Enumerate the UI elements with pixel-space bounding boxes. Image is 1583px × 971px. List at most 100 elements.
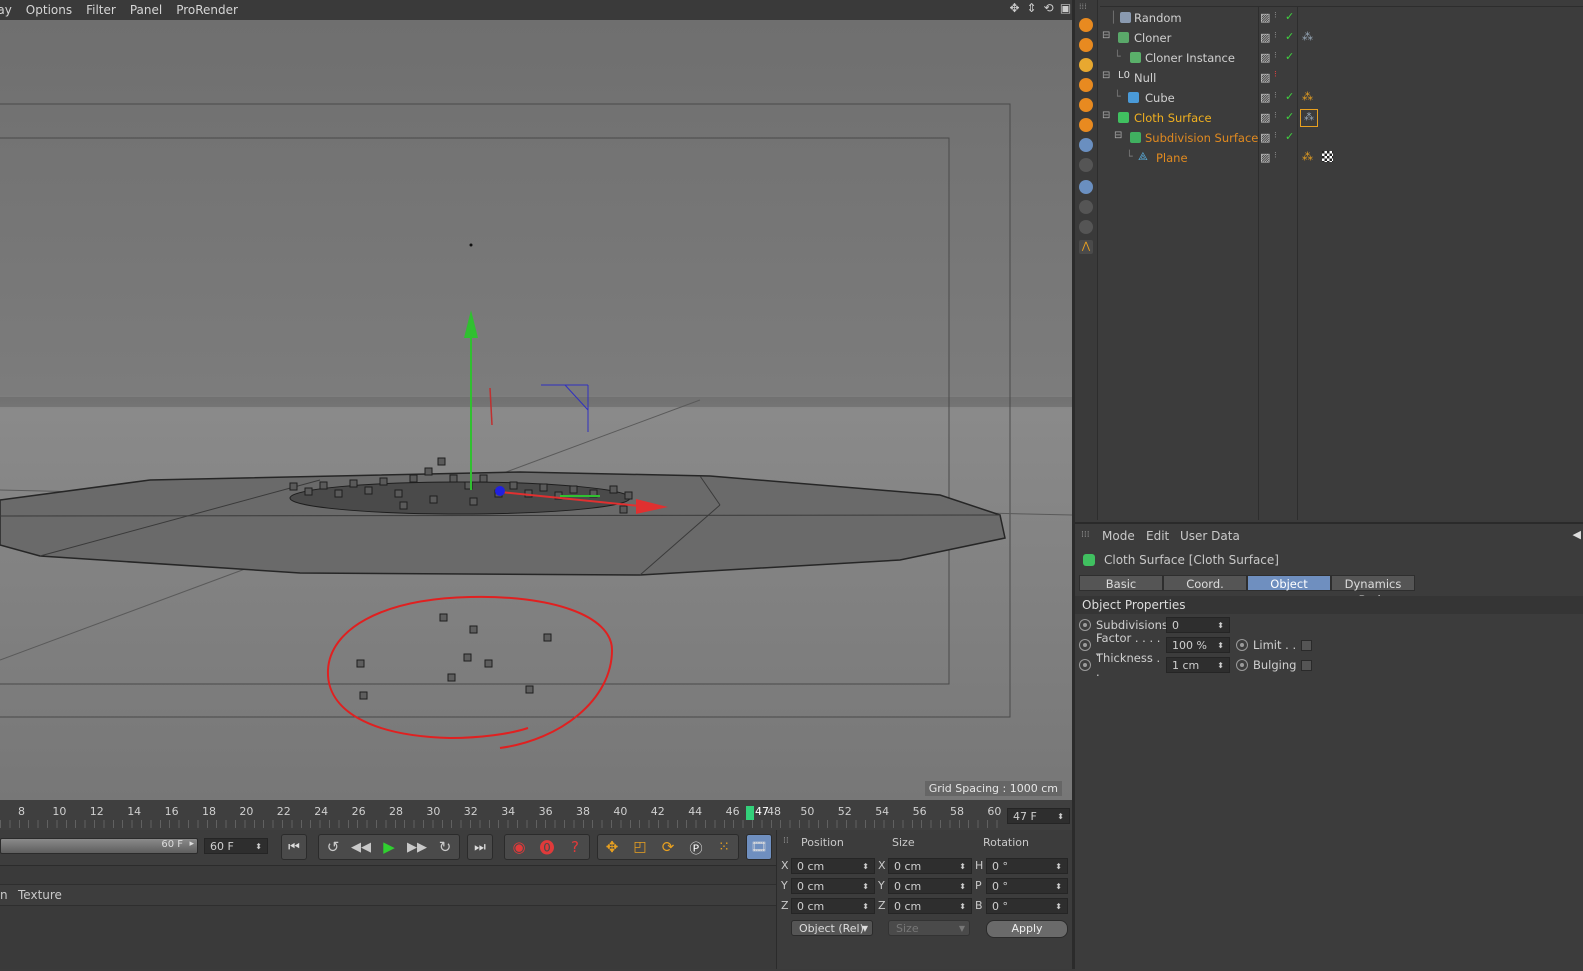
tab-basic[interactable]: Basic [1079,575,1163,591]
dolly-view-icon[interactable]: ⇕ [1025,2,1038,15]
animate-radio-icon[interactable] [1079,659,1091,671]
rotation-h-field[interactable]: 0 ° ⬍ [986,858,1068,874]
render-dots-icon[interactable]: ⁝ [1274,51,1277,61]
timeline-ruler[interactable]: 8 10 12 14 16 18 20 22 24 26 28 30 32 34 36 38 40 42 44 46 4… [0,800,1072,830]
menu-prorender[interactable]: ProRender [176,3,238,17]
position-x-field[interactable]: 0 cm ⬍ [791,858,875,874]
tag-icon[interactable]: ⁂ [1302,90,1313,103]
position-y-field[interactable]: 0 cm ⬍ [791,878,875,894]
animate-radio-icon[interactable] [1236,659,1248,671]
enabled-check-icon[interactable]: ✓ [1285,30,1294,43]
tab-coord[interactable]: Coord. [1163,575,1247,591]
object-row-subdivision-surface[interactable]: ⊟ Subdivision Surface ▨ ⁝ ✓ [1100,128,1583,148]
go-to-end-button[interactable]: ⏭ [467,834,493,860]
visibility-icon[interactable]: ▨ [1260,91,1270,104]
rotation-b-field[interactable]: 0 ° ⬍ [986,898,1068,914]
3d-viewport[interactable]: Grid Spacing : 1000 cm [0,20,1072,800]
visibility-icon[interactable]: ▨ [1260,11,1270,24]
tool-icon[interactable] [1079,58,1093,72]
frame-range-slider[interactable]: 60 F ▸ [0,838,198,854]
position-z-field[interactable]: 0 cm ⬍ [791,898,875,914]
animate-radio-icon[interactable] [1079,639,1091,651]
tool-icon[interactable] [1079,200,1093,214]
menu-panel[interactable]: Panel [130,3,162,17]
key-scale-icon[interactable]: ◰ [626,839,654,855]
bulging-checkbox[interactable] [1301,659,1312,671]
object-row-cloner-instance[interactable]: └ Cloner Instance ▨ ⁝ ✓ [1100,48,1583,68]
size-x-field[interactable]: 0 cm ⬍ [888,858,972,874]
menu-edit[interactable]: Edit [1146,529,1169,543]
size-mode-dropdown[interactable]: Size ▼ [888,920,970,936]
menu-options[interactable]: Options [26,3,72,17]
selected-tag-icon[interactable]: ⁂ [1300,109,1318,127]
menu-filter[interactable]: Filter [86,3,116,17]
visibility-icon[interactable]: ▨ [1260,51,1270,64]
animate-radio-icon[interactable] [1236,639,1248,651]
enabled-check-icon[interactable]: ✓ [1285,110,1294,123]
back-arrow-icon[interactable]: ◀ [1573,528,1581,541]
autokey-icon[interactable]: ⓿ [533,837,561,858]
tool-icon[interactable] [1079,138,1093,152]
animate-radio-icon[interactable] [1079,619,1091,631]
keyframe-selection-icon[interactable]: ? [561,838,589,856]
key-pla-icon[interactable]: ⁙ [710,839,738,855]
visibility-icon[interactable]: ▨ [1260,131,1270,144]
size-y-field[interactable]: 0 cm ⬍ [888,878,972,894]
render-dots-icon[interactable]: ⁝ [1274,151,1277,161]
key-parameter-icon[interactable]: Ⓟ [682,838,710,857]
thickness-field[interactable]: 1 cm ⬍ [1166,657,1230,673]
tool-icon[interactable] [1079,118,1093,132]
play-icon[interactable]: ▶ [375,838,403,856]
playhead[interactable] [746,806,754,820]
collapse-icon[interactable]: ⊟ [1102,70,1110,81]
rotation-p-field[interactable]: 0 ° ⬍ [986,878,1068,894]
move-view-icon[interactable]: ✥ [1008,2,1021,15]
record-keys-icon[interactable]: ◉ [505,838,533,856]
subdivisions-field[interactable]: 0 ⬍ [1166,617,1230,633]
tool-icon[interactable] [1079,180,1093,194]
apply-button[interactable]: Apply [986,920,1068,938]
object-row-cloner[interactable]: ⊟ Cloner ▨ ⁝ ✓ ⁂ [1100,28,1583,48]
render-dots-icon[interactable]: ⁝ [1274,31,1277,41]
render-dots-icon[interactable]: ⁝ [1274,11,1277,21]
tag-icon[interactable]: ⁂ [1302,30,1313,43]
prev-key-icon[interactable]: ↺ [319,838,347,856]
tool-icon[interactable] [1079,98,1093,112]
object-row-cloth-surface[interactable]: ⊟ Cloth Surface ▨ ⁝ ✓ ⁂ [1100,108,1583,128]
tool-icon[interactable] [1079,158,1093,172]
end-frame-field[interactable]: 60 F ⬍ [204,838,268,854]
visibility-icon[interactable]: ▨ [1260,111,1270,124]
go-to-start-button[interactable]: ⏮ [281,834,307,860]
collapse-icon[interactable]: ⊟ [1102,110,1110,121]
visibility-icon[interactable]: ▨ [1260,71,1270,84]
menu-function[interactable]: n [0,888,8,902]
menu-texture[interactable]: Texture [18,888,62,902]
visibility-icon[interactable]: ▨ [1260,31,1270,44]
size-z-field[interactable]: 0 cm ⬍ [888,898,972,914]
enabled-check-icon[interactable]: ✓ [1285,90,1294,103]
object-row-plane[interactable]: └ ⟁ Plane ▨ ⁝ ⁂ [1100,148,1583,168]
tag-icon[interactable]: ⁂ [1302,150,1313,163]
tool-icon[interactable] [1079,38,1093,52]
tab-object[interactable]: Object [1247,575,1331,591]
next-key-icon[interactable]: ↻ [431,838,459,856]
prev-frame-icon[interactable]: ◀◀ [347,840,375,855]
render-dots-icon[interactable]: ⁝ [1274,70,1277,80]
tab-dynamics-body[interactable]: Dynamics Body [1331,575,1415,607]
rotate-view-icon[interactable]: ⟲ [1042,2,1055,15]
panel-divider[interactable] [1072,0,1075,969]
factor-field[interactable]: 100 % ⬍ [1166,637,1230,653]
render-dots-icon[interactable]: ⁝ [1274,91,1277,101]
collapse-icon[interactable]: ⊟ [1114,130,1122,141]
object-row-null[interactable]: ⊟ L0 Null ▨ ⁝ [1100,68,1583,88]
render-dots-icon[interactable]: ⁝ [1274,131,1277,141]
tool-icon[interactable]: ⋀ [1079,240,1093,254]
gizmo-center[interactable] [495,486,505,496]
menu-mode[interactable]: Mode [1102,529,1135,543]
coordinate-mode-dropdown[interactable]: Object (Rel) ▼ [791,920,873,936]
next-frame-icon[interactable]: ▶▶ [403,840,431,855]
tool-icon[interactable] [1079,220,1093,234]
tool-icon[interactable] [1079,18,1093,32]
key-rotation-icon[interactable]: ⟳ [654,838,682,856]
material-tag-icon[interactable] [1322,151,1333,162]
